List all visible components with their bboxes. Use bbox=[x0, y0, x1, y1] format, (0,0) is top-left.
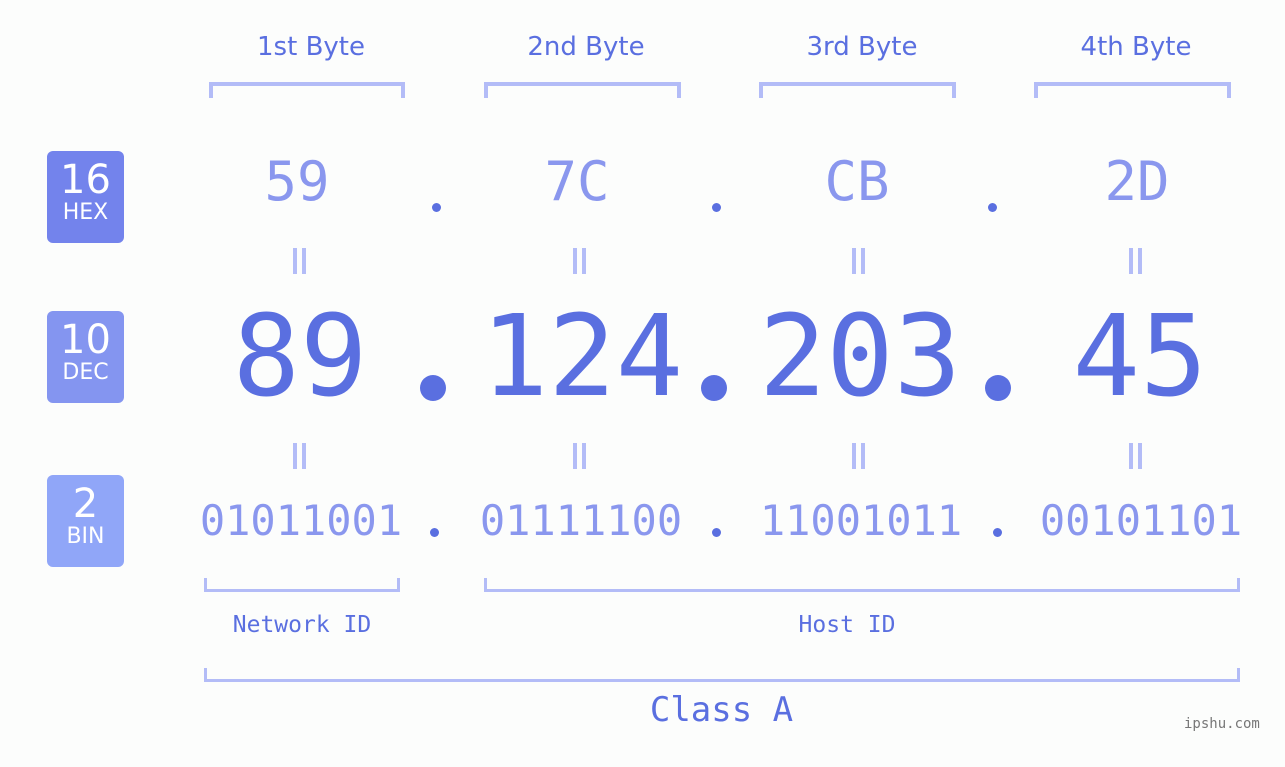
byte-header-2: 2nd Byte bbox=[527, 32, 645, 62]
byte-bracket-2 bbox=[484, 82, 681, 98]
bin-badge-number: 2 bbox=[72, 481, 99, 527]
hex-byte-4: 2D bbox=[1104, 150, 1170, 213]
hex-byte-3: CB bbox=[824, 150, 890, 213]
dec-byte-4: 45 bbox=[1072, 292, 1208, 422]
bin-separator-dot bbox=[712, 528, 721, 537]
byte-header-3: 3rd Byte bbox=[806, 32, 918, 62]
dec-separator-dot bbox=[420, 375, 446, 401]
equals-marker bbox=[291, 248, 307, 274]
equals-marker bbox=[291, 443, 307, 469]
byte-header-1: 1st Byte bbox=[257, 32, 365, 62]
dec-badge-number: 10 bbox=[60, 317, 111, 363]
bin-byte-4: 00101101 bbox=[1039, 496, 1243, 545]
dec-byte-2: 124 bbox=[480, 292, 684, 422]
byte-bracket-3 bbox=[759, 82, 956, 98]
byte-bracket-4 bbox=[1034, 82, 1231, 98]
dec-badge-label: DEC bbox=[62, 360, 109, 385]
equals-marker bbox=[571, 443, 587, 469]
network-id-label: Network ID bbox=[232, 612, 372, 638]
host-id-bracket bbox=[484, 578, 1240, 592]
bin-separator-dot bbox=[993, 528, 1002, 537]
hex-byte-1: 59 bbox=[264, 150, 330, 213]
hex-badge-label: HEX bbox=[62, 200, 109, 225]
network-id-bracket bbox=[204, 578, 400, 592]
class-bracket bbox=[204, 668, 1240, 682]
hex-badge-number: 16 bbox=[60, 157, 111, 203]
dec-byte-1: 89 bbox=[232, 292, 368, 422]
dec-separator-dot bbox=[701, 375, 727, 401]
hex-byte-2: 7C bbox=[544, 150, 610, 213]
bin-badge: 2 BIN bbox=[47, 475, 124, 567]
hex-separator-dot bbox=[988, 203, 997, 212]
equals-marker bbox=[571, 248, 587, 274]
bin-byte-3: 11001011 bbox=[759, 496, 963, 545]
dec-badge: 10 DEC bbox=[47, 311, 124, 403]
ip-class-label: Class A bbox=[649, 690, 794, 730]
bin-byte-2: 01111100 bbox=[479, 496, 683, 545]
bin-byte-1: 01011001 bbox=[199, 496, 403, 545]
hex-separator-dot bbox=[432, 203, 441, 212]
watermark: ipshu.com bbox=[1184, 716, 1260, 732]
host-id-label: Host ID bbox=[798, 612, 896, 638]
equals-marker bbox=[850, 248, 866, 274]
equals-marker bbox=[850, 443, 866, 469]
bin-badge-label: BIN bbox=[66, 524, 105, 549]
hex-separator-dot bbox=[712, 203, 721, 212]
byte-header-4: 4th Byte bbox=[1080, 32, 1192, 62]
equals-marker bbox=[1127, 443, 1143, 469]
dec-byte-3: 203 bbox=[758, 292, 962, 422]
hex-badge: 16 HEX bbox=[47, 151, 124, 243]
bin-separator-dot bbox=[430, 528, 439, 537]
equals-marker bbox=[1127, 248, 1143, 274]
dec-separator-dot bbox=[985, 375, 1011, 401]
byte-bracket-1 bbox=[209, 82, 405, 98]
